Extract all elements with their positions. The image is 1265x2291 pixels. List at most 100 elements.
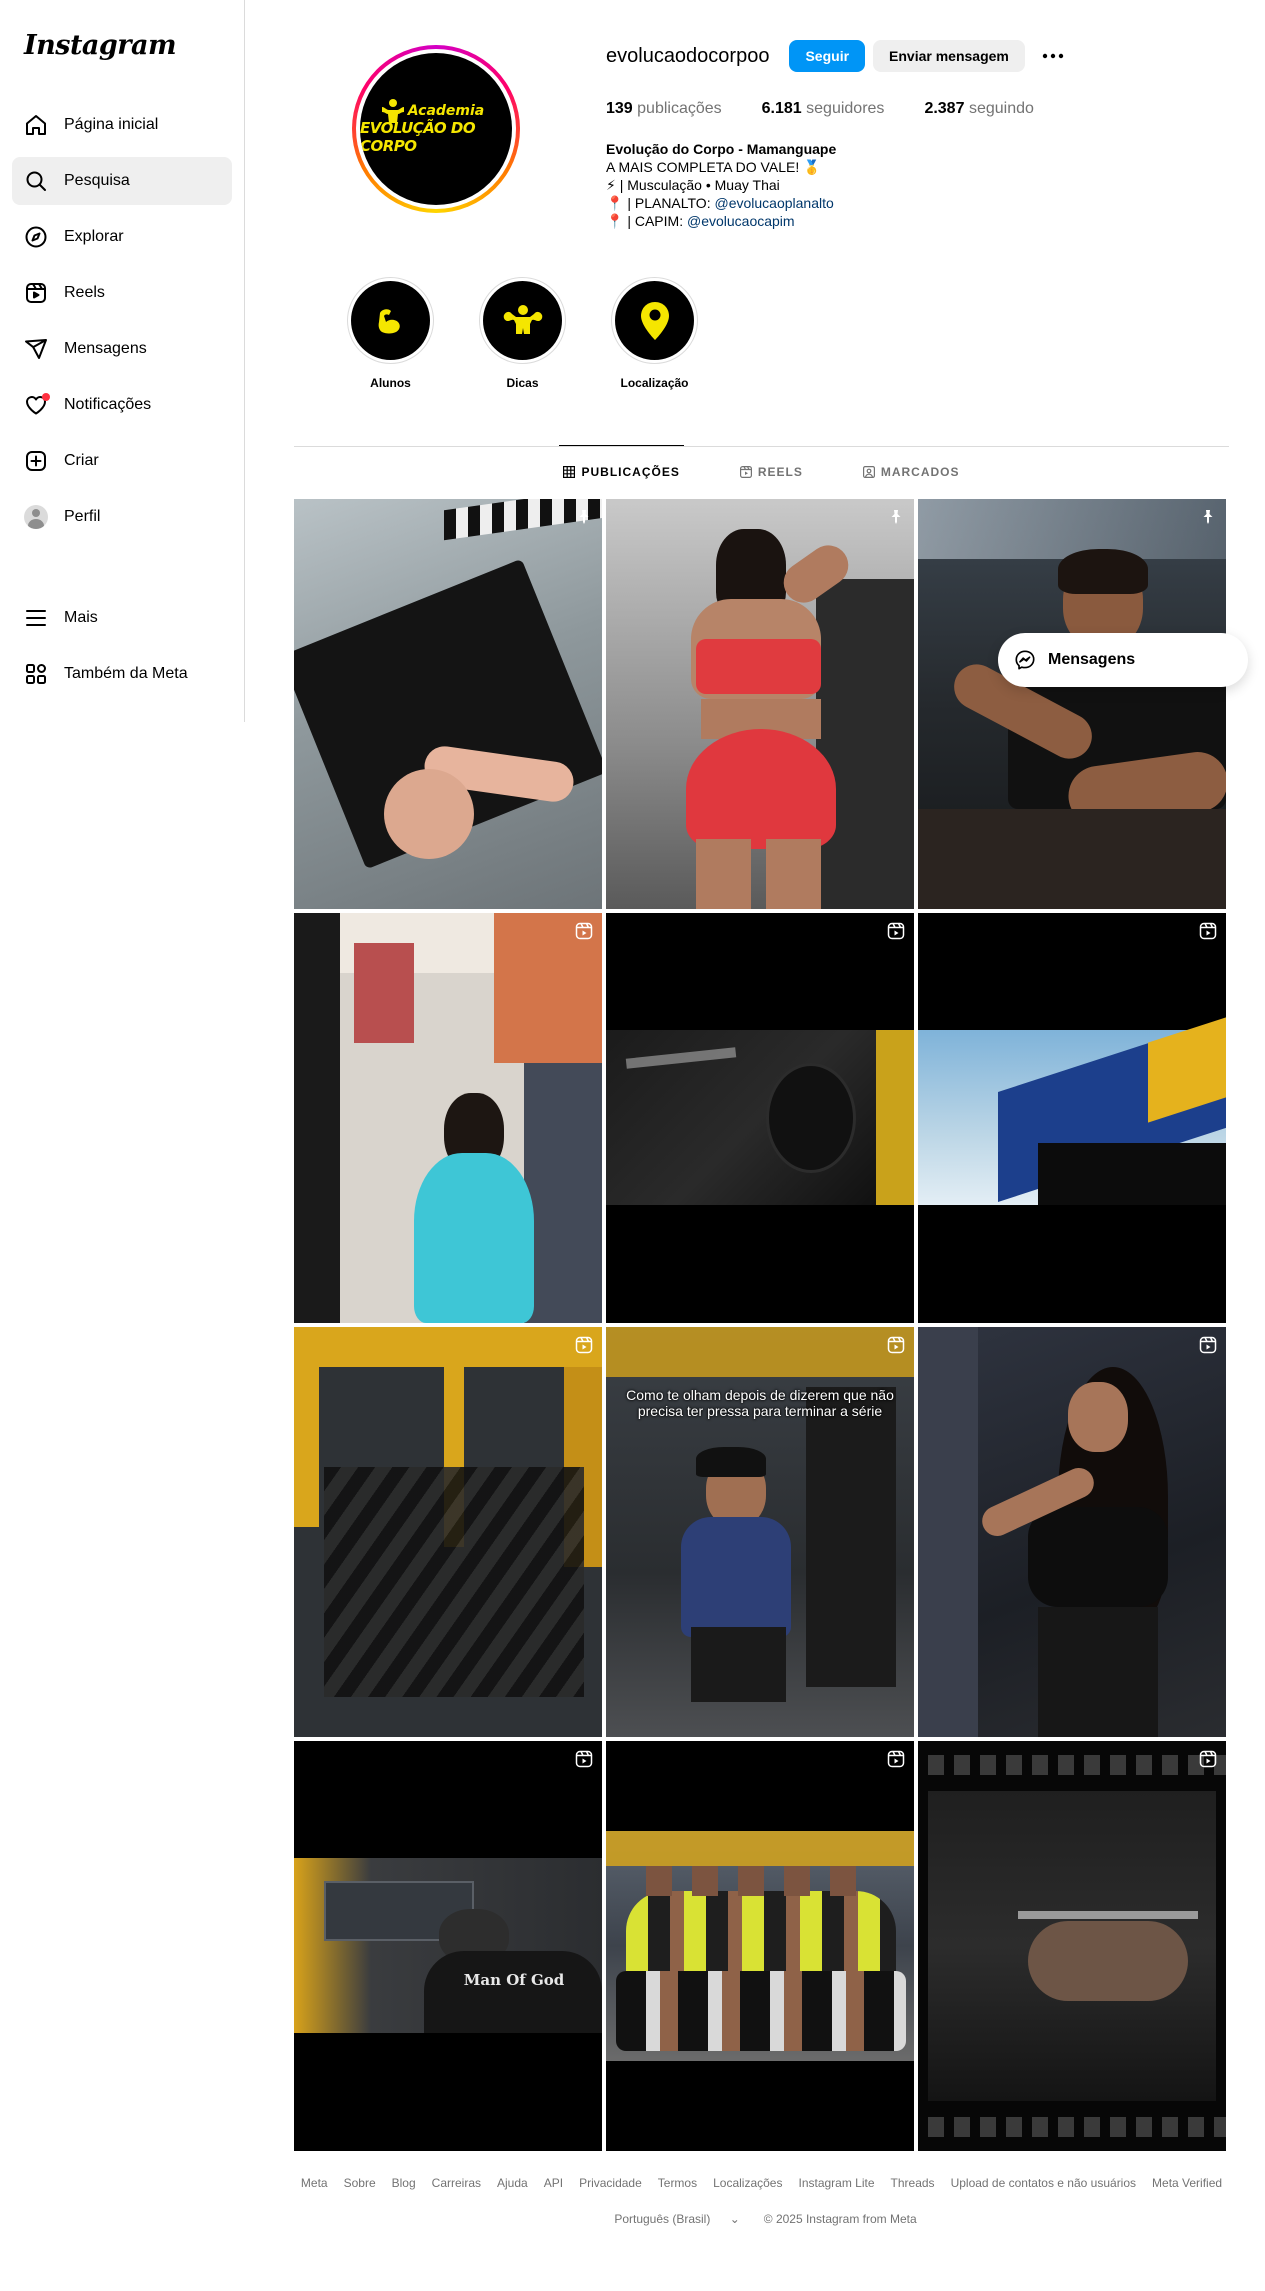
bodybuilder-icon (503, 304, 542, 334)
profile-picture[interactable]: Academia EVOLUÇÃO DO CORPO (352, 45, 520, 213)
sidebar-item-home[interactable]: Página inicial (12, 101, 232, 149)
messenger-icon (1015, 650, 1035, 670)
reel-icon (887, 922, 905, 940)
followers-count[interactable]: 6.181 seguidores (762, 100, 885, 118)
chevron-down-icon: ⌄ (729, 2212, 740, 2226)
post-tile[interactable] (606, 913, 914, 1323)
footer-link[interactable]: Threads (891, 2176, 935, 2190)
sidebar-item-more[interactable]: Mais (12, 594, 232, 642)
post-tile[interactable] (606, 499, 914, 909)
sidebar-item-meta[interactable]: Também da Meta (12, 650, 232, 698)
post-tile[interactable] (294, 913, 602, 1323)
tab-reels[interactable]: REELS (739, 446, 803, 498)
reels-icon (739, 466, 752, 478)
sidebar-item-notifications[interactable]: Notificações (12, 381, 232, 429)
post-tile[interactable] (294, 1327, 602, 1737)
post-tile[interactable]: Como te olham depois de dizerem que não … (606, 1327, 914, 1737)
following-count[interactable]: 2.387 seguindo (924, 100, 1033, 118)
tab-posts[interactable]: PUBLICAÇÕES (559, 445, 685, 498)
sidebar-nav: Página inicial Pesquisa Explorar Reels M… (12, 101, 232, 549)
pin-icon: 📍 (606, 213, 624, 229)
bio-line: 📍 | PLANALTO: @evolucaoplanalto (606, 195, 834, 211)
sidebar-item-search[interactable]: Pesquisa (12, 157, 232, 205)
reel-icon (575, 1336, 593, 1354)
footer-link[interactable]: Privacidade (579, 2176, 642, 2190)
flexed-arm-icon (378, 308, 400, 333)
sidebar-item-reels[interactable]: Reels (12, 269, 232, 317)
footer-link[interactable]: API (544, 2176, 563, 2190)
sidebar-item-messages[interactable]: Mensagens (12, 325, 232, 373)
sidebar-item-label: Página inicial (64, 116, 159, 133)
sidebar-item-label: Criar (64, 452, 99, 469)
location-pin-icon (640, 301, 669, 340)
sidebar-item-label: Também da Meta (64, 665, 188, 682)
footer-link[interactable]: Termos (658, 2176, 697, 2190)
compass-icon (24, 225, 48, 249)
posts-grid: Como te olham depois de dizerem que não … (294, 499, 1226, 2151)
footer-link[interactable]: Meta Verified (1152, 2176, 1222, 2190)
post-tile[interactable] (918, 499, 1226, 909)
post-tile[interactable] (918, 1741, 1226, 2151)
instagram-logo[interactable]: Instagram (24, 30, 177, 61)
sidebar-item-explore[interactable]: Explorar (12, 213, 232, 261)
profile-tabs: PUBLICAÇÕES REELS MARCADOS (294, 445, 1229, 498)
reel-icon (575, 922, 593, 940)
post-caption: Como te olham depois de dizerem que não … (626, 1387, 894, 1419)
footer-link[interactable]: Sobre (344, 2176, 376, 2190)
send-icon (24, 337, 48, 361)
footer-link[interactable]: Meta (301, 2176, 328, 2190)
planalto-link[interactable]: @evolucaoplanalto (714, 195, 833, 211)
highlight-label: Alunos (370, 376, 411, 390)
messages-floating-button[interactable]: Mensagens (998, 633, 1248, 687)
search-icon (24, 169, 48, 193)
more-options-icon[interactable] (1037, 40, 1069, 72)
reel-icon (887, 1750, 905, 1768)
post-tile[interactable] (918, 913, 1226, 1323)
home-icon (24, 113, 48, 137)
profile-stats: 139 publicações 6.181 seguidores 2.387 s… (606, 100, 1074, 118)
bio-line: 📍 | CAPIM: @evolucaocapim (606, 213, 795, 229)
post-tile[interactable] (918, 1327, 1226, 1737)
reels-icon (24, 281, 48, 305)
capim-link[interactable]: @evolucaocapim (687, 213, 795, 229)
post-tile[interactable]: Man Of God (294, 1741, 602, 2151)
plus-square-icon (24, 449, 48, 473)
post-tile[interactable] (294, 499, 602, 909)
follow-button[interactable]: Seguir (789, 40, 866, 72)
pin-icon: 📍 (606, 195, 624, 211)
footer-bottom: Português (Brasil) ⌄ © 2025 Instagram fr… (294, 2212, 1229, 2226)
footer-link[interactable]: Carreiras (432, 2176, 481, 2190)
sidebar-item-label: Reels (64, 284, 105, 301)
reel-icon (1199, 1336, 1217, 1354)
heart-icon (24, 393, 50, 417)
post-tile[interactable] (606, 1741, 914, 2151)
sidebar-item-label: Notificações (64, 396, 152, 413)
story-highlights: Alunos Dicas Localização (333, 277, 729, 390)
lightning-icon: ⚡ (606, 177, 616, 193)
send-message-button[interactable]: Enviar mensagem (873, 40, 1025, 72)
highlight-localizacao[interactable]: Localização (597, 277, 712, 390)
grid-icon (563, 466, 576, 478)
highlight-alunos[interactable]: Alunos (333, 277, 448, 390)
pin-icon (579, 510, 589, 524)
shirt-text: Man Of God (463, 1971, 565, 1989)
footer-link[interactable]: Instagram Lite (798, 2176, 874, 2190)
profile-logo-text: Academia (407, 103, 485, 119)
username-row: evolucaodocorpoo Seguir Enviar mensagem (606, 40, 1069, 72)
sidebar-item-label: Perfil (64, 508, 101, 525)
tab-tagged[interactable]: MARCADOS (862, 446, 960, 498)
tagged-icon (862, 466, 875, 478)
sidebar-item-create[interactable]: Criar (12, 437, 232, 485)
footer-link[interactable]: Blog (392, 2176, 416, 2190)
notification-dot (42, 393, 50, 401)
messages-floating-label: Mensagens (1048, 651, 1136, 668)
copyright: © 2025 Instagram from Meta (763, 2212, 917, 2226)
sidebar-item-profile[interactable]: Perfil (12, 493, 232, 541)
bio-name: Evolução do Corpo - Mamanguape (606, 141, 837, 157)
footer-link[interactable]: Upload de contatos e não usuários (951, 2176, 1136, 2190)
language-selector[interactable]: Português (Brasil) ⌄ (606, 2212, 747, 2226)
footer-link[interactable]: Localizações (713, 2176, 782, 2190)
profile-logo: Academia EVOLUÇÃO DO CORPO (360, 53, 512, 205)
highlight-dicas[interactable]: Dicas (465, 277, 580, 390)
footer-link[interactable]: Ajuda (497, 2176, 528, 2190)
